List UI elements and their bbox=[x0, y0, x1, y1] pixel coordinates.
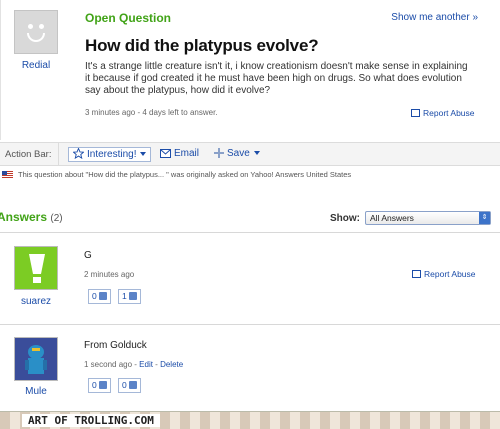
save-label: Save bbox=[227, 148, 250, 159]
asker-name-link[interactable]: Redial bbox=[14, 60, 58, 71]
answers-filter-value: All Answers bbox=[370, 213, 414, 223]
answers-count: (2) bbox=[50, 213, 63, 224]
golduck-avatar-icon bbox=[15, 338, 57, 380]
asker: Redial bbox=[14, 10, 58, 71]
report-abuse-label: Report Abuse bbox=[424, 269, 476, 279]
answer-user-link[interactable]: suarez bbox=[6, 296, 66, 307]
chevron-down-icon bbox=[253, 151, 260, 155]
thumbs-up-icon bbox=[98, 292, 107, 300]
report-abuse-label: Report Abuse bbox=[423, 108, 475, 118]
thumbs-down-button[interactable]: 0 bbox=[118, 378, 141, 393]
question-meta: 3 minutes ago - 4 days left to answer. bbox=[85, 108, 218, 117]
answer-text: From Golduck bbox=[84, 340, 147, 351]
flag-icon bbox=[412, 270, 421, 278]
origin-note-text: This question about "How did the platypu… bbox=[18, 170, 352, 179]
show-another-link[interactable]: Show me another » bbox=[391, 12, 478, 23]
answer-text: G bbox=[84, 250, 92, 261]
thumbs-up-button[interactable]: 0 bbox=[88, 289, 111, 304]
question-status-heading: Open Question bbox=[85, 11, 172, 25]
email-icon bbox=[160, 149, 171, 162]
answer-meta: 2 minutes ago bbox=[84, 270, 135, 279]
smiley-avatar-icon[interactable] bbox=[14, 10, 58, 54]
report-abuse-link[interactable]: Report Abuse bbox=[411, 108, 475, 118]
site-watermark-footer: ART OF TROLLING.COM bbox=[0, 411, 500, 429]
avatar[interactable] bbox=[14, 246, 58, 290]
meta-separator: - bbox=[152, 360, 161, 369]
answer-meta: 1 second ago - Edit - Delete bbox=[84, 360, 183, 369]
watermark-text: ART OF TROLLING.COM bbox=[22, 414, 160, 427]
origin-note: This question about "How did the platypu… bbox=[2, 170, 351, 179]
action-bar-label: Action Bar: bbox=[5, 149, 52, 160]
question-panel: Redial Open Question Show me another » H… bbox=[0, 0, 500, 140]
show-filter-label: Show: bbox=[330, 213, 360, 224]
us-flag-icon bbox=[2, 171, 13, 178]
answers-divider bbox=[0, 232, 500, 233]
delete-link[interactable]: Delete bbox=[160, 360, 183, 369]
email-label: Email bbox=[174, 148, 200, 159]
thumbs-up-icon bbox=[98, 381, 107, 389]
answer-divider bbox=[0, 324, 500, 325]
answer-time: 1 second ago - bbox=[84, 360, 140, 369]
thumbs-down-button[interactable]: 1 bbox=[118, 289, 141, 304]
thumbs-down-count: 0 bbox=[122, 380, 127, 390]
thumbs-up-count: 0 bbox=[92, 380, 97, 390]
save-button[interactable]: Save bbox=[214, 147, 260, 162]
answers-heading: Answers (2) bbox=[0, 210, 63, 224]
thumbs-up-count: 0 bbox=[92, 291, 97, 301]
action-bar-divider bbox=[58, 143, 59, 165]
dropdown-arrow-icon: ⇕ bbox=[479, 212, 490, 224]
answers-title: Answers bbox=[0, 210, 48, 224]
action-bar: Action Bar: Interesting! Email Save bbox=[0, 142, 500, 166]
question-body: It's a strange little creature isn't it,… bbox=[85, 61, 468, 96]
save-plus-icon bbox=[214, 148, 224, 162]
question-title: How did the platypus evolve? bbox=[85, 36, 319, 55]
interesting-button[interactable]: Interesting! bbox=[68, 147, 152, 163]
answer-user-link[interactable]: Mule bbox=[6, 386, 66, 397]
email-button[interactable]: Email bbox=[160, 147, 199, 162]
thumbs-up-button[interactable]: 0 bbox=[88, 378, 111, 393]
exclamation-avatar-icon bbox=[15, 247, 57, 289]
chevron-down-icon bbox=[140, 152, 147, 156]
answers-filter-select[interactable]: All Answers ⇕ bbox=[365, 211, 491, 225]
edit-link[interactable]: Edit bbox=[139, 360, 153, 369]
report-abuse-link[interactable]: Report Abuse bbox=[412, 269, 476, 279]
interesting-label: Interesting! bbox=[87, 149, 137, 160]
avatar[interactable] bbox=[14, 337, 58, 381]
flag-icon bbox=[411, 109, 420, 117]
thumbs-down-icon bbox=[128, 292, 137, 300]
thumbs-down-count: 1 bbox=[122, 291, 127, 301]
thumbs-down-icon bbox=[128, 381, 137, 389]
star-icon bbox=[72, 147, 85, 163]
